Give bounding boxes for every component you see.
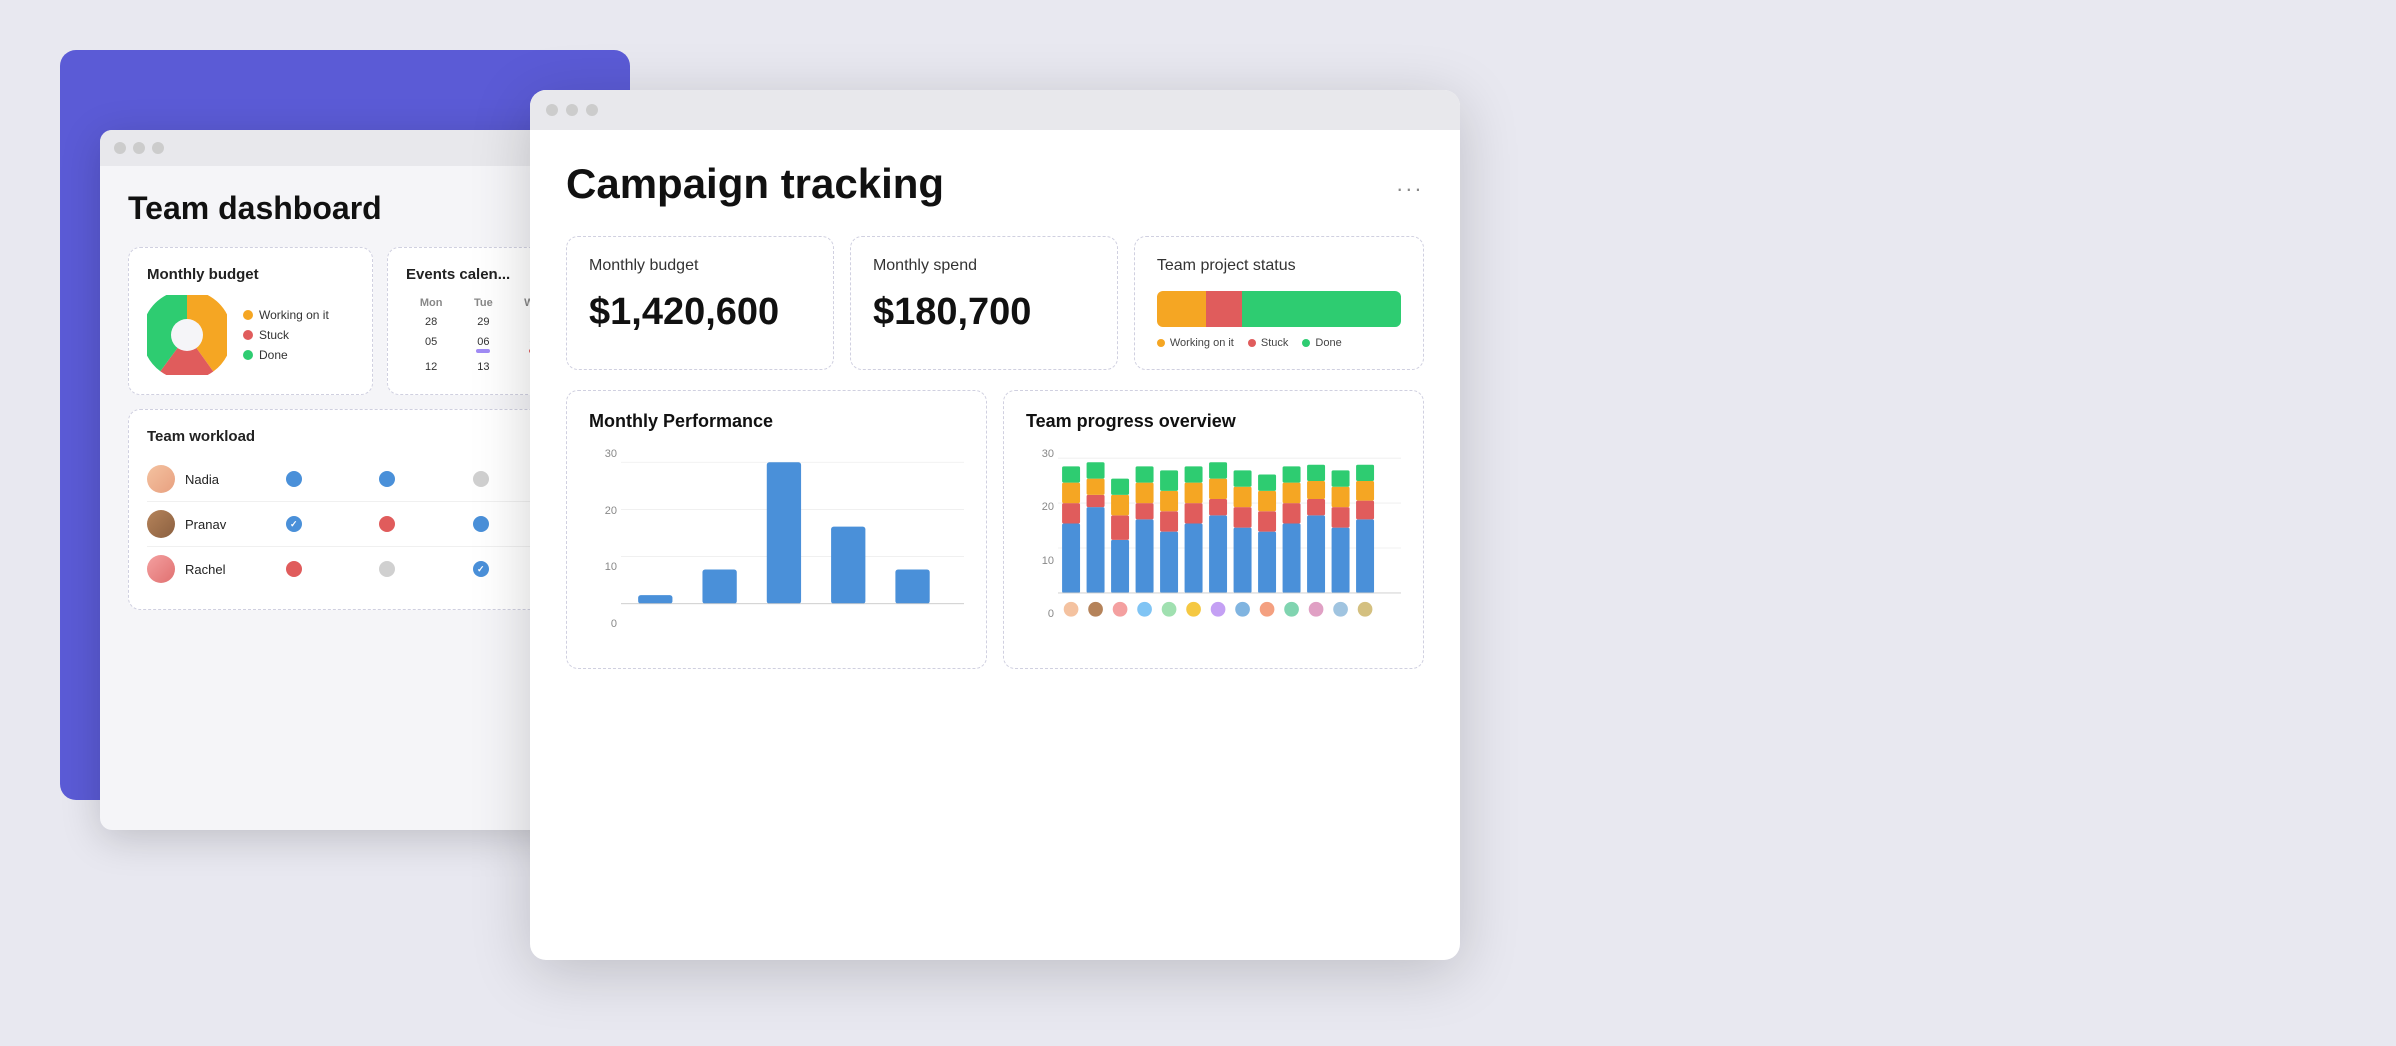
legend-working: Working on it <box>243 308 329 322</box>
monthly-performance-title: Monthly Performance <box>589 411 964 432</box>
campaign-budget-value: $1,420,600 <box>589 291 811 334</box>
campaign-spend-card: Monthly spend $180,700 <box>850 236 1118 370</box>
tp-y-30: 30 <box>1026 448 1054 460</box>
legend-dot-stuck <box>243 330 253 340</box>
legend-working-item: Working on it <box>1157 337 1234 349</box>
rachel-dot-1 <box>286 561 302 577</box>
campaign-titlebar <box>530 90 1460 130</box>
nadia-dot-1 <box>286 471 302 487</box>
name-pranav: Pranav <box>185 517 245 532</box>
pranav-dot-3 <box>473 516 489 532</box>
project-legend: Working on it Stuck Done <box>1157 337 1401 349</box>
team-progress-title: Team progress overview <box>1026 411 1401 432</box>
tp-y-0: 0 <box>1026 608 1054 620</box>
bar-chart-svg <box>621 448 964 648</box>
avatar-nadia <box>147 465 175 493</box>
rachel-dot-3: ✓ <box>473 561 489 577</box>
campaign-budget-label: Monthly budget <box>589 257 811 275</box>
monthly-performance-card: Monthly Performance 30 20 10 0 <box>566 390 987 669</box>
team-progress-card: Team progress overview 30 20 10 0 <box>1003 390 1424 669</box>
pranav-dot-2 <box>379 516 395 532</box>
campaign-project-status-card: Team project status Working on it Stuck <box>1134 236 1424 370</box>
cal-29: 29 <box>458 313 508 331</box>
legend-stuck-item: Stuck <box>1248 337 1289 349</box>
legend-working-text: Working on it <box>1170 337 1234 349</box>
campaign-title: Campaign tracking <box>566 160 944 208</box>
cal-dot-purple <box>476 349 490 353</box>
cal-06: 06 <box>458 333 508 356</box>
legend-stuck: Stuck <box>243 328 329 342</box>
campaign-spend-label: Monthly spend <box>873 257 1095 275</box>
legend-done-text: Done <box>1315 337 1341 349</box>
window-dot-3 <box>152 142 164 154</box>
legend-stuck-text: Stuck <box>1261 337 1289 349</box>
campaign-budget-card: Monthly budget $1,420,600 <box>566 236 834 370</box>
name-nadia: Nadia <box>185 472 245 487</box>
nadia-dot-2 <box>379 471 395 487</box>
stats-row: Monthly budget $1,420,600 Monthly spend … <box>566 236 1424 370</box>
rachel-dot-2 <box>379 561 395 577</box>
avatar-rachel <box>147 555 175 583</box>
campaign-dot-3 <box>586 104 598 116</box>
charts-row: Monthly Performance 30 20 10 0 <box>566 390 1424 669</box>
cal-13: 13 <box>458 358 508 376</box>
y-label-20: 20 <box>589 505 617 517</box>
project-stacked-bar <box>1157 291 1401 327</box>
legend-working-dot <box>1157 339 1165 347</box>
campaign-project-label: Team project status <box>1157 257 1401 275</box>
bar-stuck <box>1206 291 1243 327</box>
bar-done <box>1242 291 1401 327</box>
legend-dot-working <box>243 310 253 320</box>
window-dot-2 <box>133 142 145 154</box>
tp-y-10: 10 <box>1026 555 1054 567</box>
name-rachel: Rachel <box>185 562 245 577</box>
cal-tue: Tue <box>458 295 508 311</box>
legend-dot-done <box>243 350 253 360</box>
campaign-spend-value: $180,700 <box>873 291 1095 334</box>
tp-y-20: 20 <box>1026 501 1054 513</box>
legend-done-dot <box>1302 339 1310 347</box>
legend-working-label: Working on it <box>259 308 329 322</box>
y-label-0: 0 <box>589 618 617 630</box>
campaign-header: Campaign tracking ... <box>566 160 1424 208</box>
more-options-button[interactable]: ... <box>1397 171 1424 197</box>
legend-stuck-dot <box>1248 339 1256 347</box>
monthly-performance-chart-area: 30 20 10 0 <box>589 448 964 648</box>
td-pie-chart <box>147 295 227 375</box>
cal-mon: Mon <box>406 295 456 311</box>
window-dot-1 <box>114 142 126 154</box>
cal-05: 05 <box>406 333 456 356</box>
y-label-10: 10 <box>589 561 617 573</box>
td-budget-label: Monthly budget <box>147 266 354 283</box>
nadia-dot-3 <box>473 471 489 487</box>
stacked-bar-chart-svg <box>1058 448 1401 648</box>
legend-done: Done <box>243 348 329 362</box>
cal-28: 28 <box>406 313 456 331</box>
team-progress-chart-area: 30 20 10 0 <box>1026 448 1401 648</box>
td-budget-card: Monthly budget Working on it <box>128 247 373 395</box>
cal-12: 12 <box>406 358 456 376</box>
legend-done-item: Done <box>1302 337 1341 349</box>
legend-stuck-label: Stuck <box>259 328 289 342</box>
campaign-dot-1 <box>546 104 558 116</box>
td-budget-legend: Working on it Stuck Done <box>243 308 329 362</box>
bar-working <box>1157 291 1206 327</box>
pranav-dot-1: ✓ <box>286 516 302 532</box>
legend-done-label: Done <box>259 348 288 362</box>
campaign-window: Campaign tracking ... Monthly budget $1,… <box>530 90 1460 960</box>
y-label-30: 30 <box>589 448 617 460</box>
campaign-dot-2 <box>566 104 578 116</box>
avatar-pranav <box>147 510 175 538</box>
